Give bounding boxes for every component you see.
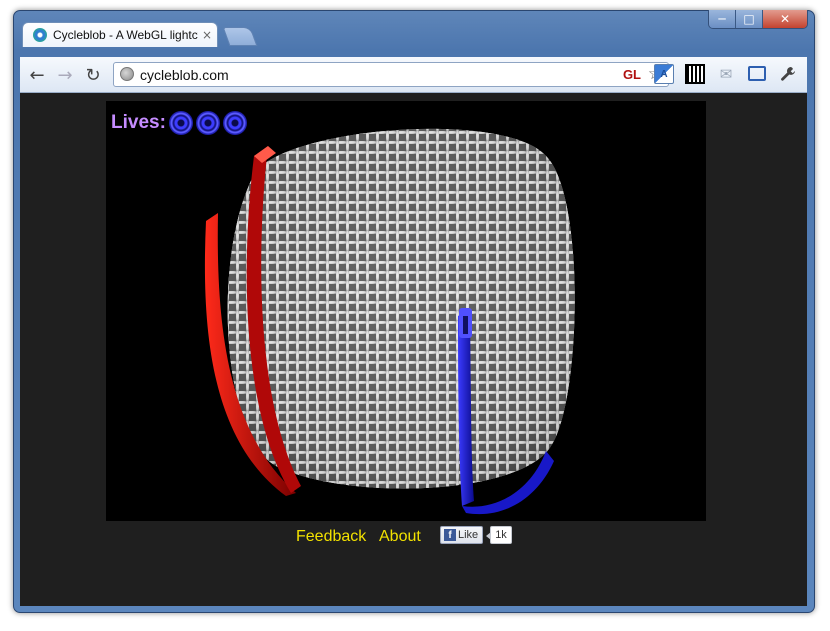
like-label: Like	[458, 529, 479, 541]
mail-icon[interactable]: ✉	[716, 64, 736, 84]
address-bar[interactable]: cycleblob.com GL ☆	[113, 62, 669, 87]
forward-button[interactable]: →	[54, 64, 76, 86]
page-footer: Feedback About f Like 1k	[20, 526, 807, 550]
fullscreen-icon[interactable]	[748, 66, 766, 81]
window-controls: ─ □ ✕	[708, 10, 808, 29]
browser-toolbar: ← → ↻ cycleblob.com GL ☆ A ✉	[20, 57, 807, 93]
like-count-badge: 1k	[486, 526, 512, 544]
webgl-badge[interactable]: GL	[623, 67, 641, 82]
feedback-link[interactable]: Feedback	[296, 528, 366, 546]
life-token-icon	[195, 111, 220, 135]
wrench-glyph	[781, 67, 795, 81]
qr-code-icon[interactable]	[685, 64, 705, 84]
facebook-like-button[interactable]: f Like	[440, 526, 483, 544]
page-content: Lives: Feedback About f Like 1k	[20, 93, 807, 606]
browser-tab[interactable]: Cycleblob - A WebGL lightcycle game ×	[22, 22, 218, 47]
minimize-button[interactable]: ─	[709, 10, 736, 28]
lives-indicator: Lives:	[111, 111, 247, 135]
lives-label: Lives:	[111, 112, 166, 133]
life-token-icon	[168, 111, 193, 135]
cycleblob-favicon-icon	[33, 28, 47, 42]
facebook-icon: f	[444, 529, 456, 541]
close-window-button[interactable]: ✕	[763, 10, 807, 28]
about-link[interactable]: About	[379, 528, 421, 546]
back-button[interactable]: ←	[26, 64, 48, 86]
reload-button[interactable]: ↻	[82, 64, 104, 86]
translate-icon[interactable]: A	[654, 64, 674, 84]
globe-icon	[120, 67, 134, 81]
url-text[interactable]: cycleblob.com	[140, 67, 229, 83]
wrench-icon[interactable]	[778, 64, 798, 84]
tab-close-icon[interactable]: ×	[202, 28, 212, 42]
tab-title: Cycleblob - A WebGL lightcycle game	[53, 28, 198, 42]
life-token-icon	[222, 111, 247, 135]
maximize-button[interactable]: □	[736, 10, 763, 28]
game-scene	[204, 128, 575, 515]
game-canvas[interactable]: Lives:	[106, 101, 706, 521]
